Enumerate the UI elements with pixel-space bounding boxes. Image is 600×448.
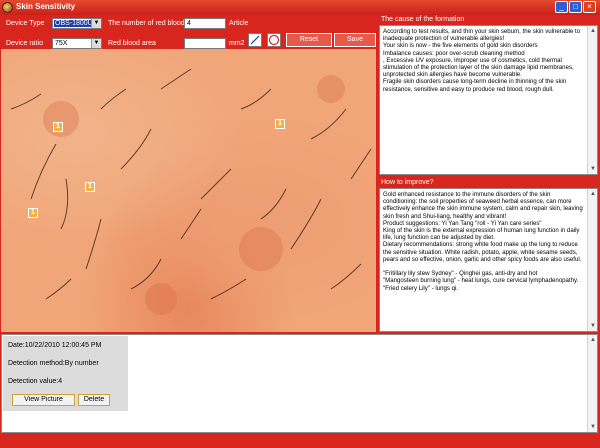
line-tool-button[interactable] [248,33,262,47]
close-button[interactable]: × [583,1,596,13]
chevron-down-icon: ▼ [91,39,101,48]
title-bar: Skin Sensitivity _ □ × [0,0,600,15]
line-tool-icon [250,35,260,45]
device-ratio-select[interactable]: 75X ▼ [52,38,102,49]
improve-panel-title: How to improve? [381,179,434,186]
record-method: Detection method:By number [8,360,99,367]
device-ratio-label: Device ratio [6,40,43,47]
cause-text: According to test results, and thin your… [383,28,581,93]
red-blood-count-unit: Article [229,20,249,27]
scroll-down-icon[interactable]: ▼ [589,165,597,173]
scroll-up-icon[interactable]: ▲ [589,190,597,198]
device-type-label: Device Type [6,20,45,27]
red-blood-area-unit: mm2 [229,40,245,47]
record-card: Date:10/22/2010 12:00:45 PM Detection me… [3,336,128,411]
chevron-down-icon: ▼ [91,19,101,28]
red-blood-count-field[interactable]: 4 [184,18,226,29]
improve-panel[interactable]: Gold enhanced resistance to the immune d… [379,188,598,332]
red-blood-area-field[interactable] [184,38,226,49]
view-picture-button[interactable]: View Picture [12,394,75,406]
delete-button[interactable]: Delete [78,394,110,406]
record-value: Detection value:4 [8,378,63,385]
improve-scrollbar[interactable]: ▲ ▼ [587,189,597,331]
red-blood-area-label: Red blood area [108,40,156,47]
red-blood-count-label: The number of red blood [108,20,185,27]
red-blood-marker[interactable]: 1 [275,119,285,129]
cause-scrollbar[interactable]: ▲ ▼ [587,26,597,174]
improve-text: Gold enhanced resistance to the immune d… [383,191,583,292]
cause-panel-title: The cause of the formation [381,16,465,23]
red-blood-marker[interactable]: 1 [53,122,63,132]
circle-tool-icon [268,34,280,46]
scroll-down-icon[interactable]: ▼ [589,322,597,330]
device-type-select[interactable]: OBS-1800UI ▼ [52,18,102,29]
maximize-button[interactable]: □ [569,1,582,13]
minimize-button[interactable]: _ [555,1,568,13]
skin-image[interactable]: 1 1 1 1 [1,49,376,332]
red-blood-marker[interactable]: 1 [85,182,95,192]
scroll-down-icon[interactable]: ▼ [589,423,597,431]
reset-button[interactable]: Reset [286,33,332,47]
scroll-up-icon[interactable]: ▲ [589,336,597,344]
scroll-up-icon[interactable]: ▲ [589,27,597,35]
save-button[interactable]: Save [334,33,376,47]
window-title: Skin Sensitivity [16,2,76,11]
record-date: Date:10/22/2010 12:00:45 PM [8,342,102,349]
red-blood-marker[interactable]: 1 [28,208,38,218]
cause-panel[interactable]: According to test results, and thin your… [379,25,598,175]
records-scrollbar[interactable]: ▲ ▼ [587,335,597,432]
circle-tool-button[interactable] [267,33,281,47]
app-icon [2,2,13,13]
skin-hair-overlay [10,68,372,315]
